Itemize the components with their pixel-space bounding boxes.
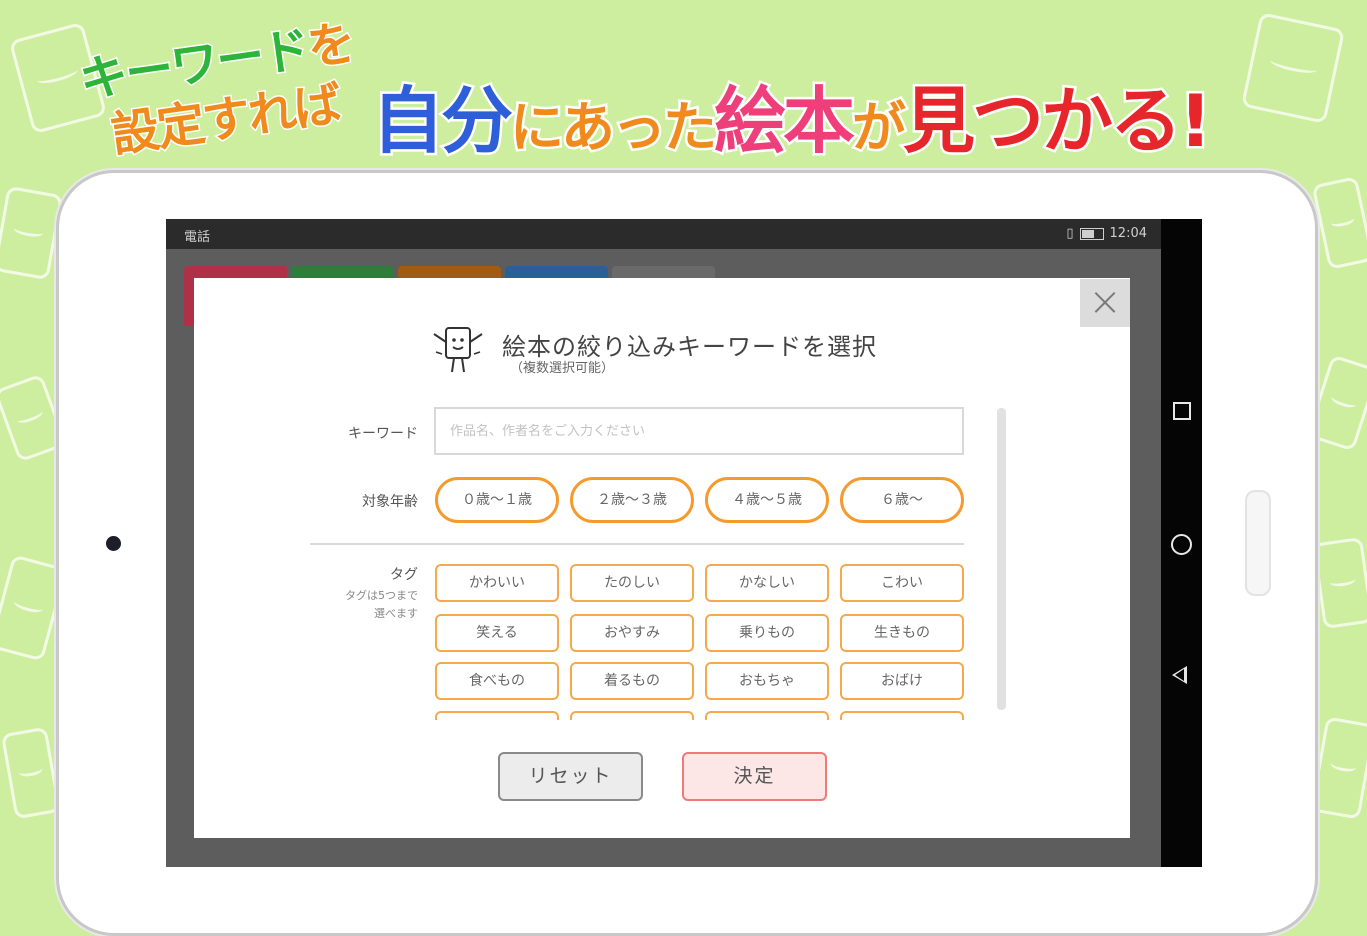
vibrate-icon: ▯ <box>1066 226 1074 241</box>
tag-button[interactable]: 生きもの <box>840 614 964 652</box>
headline-main-text: 自分にあった絵本が見つかる! <box>369 62 1215 167</box>
book-doodle-icon <box>1310 716 1367 820</box>
tag-button[interactable]: 笑える <box>435 614 559 652</box>
headline-part: にあった <box>508 94 720 162</box>
status-bar: 電話 ▯ 12:04 <box>166 219 1161 249</box>
headline-part: が <box>850 94 909 162</box>
section-divider <box>310 543 964 545</box>
tag-button[interactable]: おばけ <box>840 662 964 700</box>
headline-part: 自分 <box>369 77 515 166</box>
tag-grid: かわいい たのしい かなしい こわい 笑える おやすみ 乗りもの 生きもの 食べ… <box>434 563 966 720</box>
age-option-2-3[interactable]: ２歳〜３歳 <box>570 477 694 523</box>
tablet-side-button <box>1245 490 1271 596</box>
close-button[interactable]: × <box>1080 279 1130 327</box>
tag-button[interactable]: 乗りもの <box>705 614 829 652</box>
reset-button[interactable]: リセット <box>498 752 643 801</box>
back-icon[interactable] <box>1172 666 1187 684</box>
tag-note: タグは5つまで <box>345 589 418 602</box>
tag-button[interactable]: 着るもの <box>570 662 694 700</box>
status-time: 12:04 <box>1109 226 1147 241</box>
headline-part: 見つかる! <box>901 77 1215 166</box>
book-doodle-icon <box>0 185 64 281</box>
keyword-input[interactable] <box>434 407 964 455</box>
camera-icon <box>106 536 121 551</box>
age-option-6-plus[interactable]: ６歳〜 <box>840 477 964 523</box>
tag-button[interactable]: おやすみ <box>570 614 694 652</box>
book-doodle-icon <box>1311 176 1367 270</box>
dialog-subtitle: （複数選択可能） <box>510 361 615 376</box>
book-doodle-icon <box>0 726 62 820</box>
tag-button[interactable]: かなしい <box>705 564 829 602</box>
age-option-0-1[interactable]: ０歳〜１歳 <box>435 477 559 523</box>
headline-part: 絵本 <box>712 77 858 166</box>
age-label: 対象年齢 <box>362 494 418 510</box>
book-mascot-icon <box>433 327 483 373</box>
tag-note: 選べます <box>374 607 418 620</box>
battery-icon <box>1079 227 1104 240</box>
keyword-label: キーワード <box>348 426 418 442</box>
status-carrier: 電話 <box>184 230 211 245</box>
recent-apps-icon[interactable] <box>1173 402 1191 420</box>
tag-button[interactable] <box>570 711 694 720</box>
tag-button[interactable] <box>840 711 964 720</box>
tag-button[interactable] <box>705 711 829 720</box>
dialog-scrollbar[interactable] <box>997 408 1006 710</box>
home-icon[interactable] <box>1171 534 1192 555</box>
promo-headline: キーワードを 設定すれば 自分にあった絵本が見つかる! <box>0 0 1367 170</box>
tag-button[interactable]: こわい <box>840 564 964 602</box>
confirm-button[interactable]: 決定 <box>682 752 827 801</box>
tag-label: タグ <box>390 567 418 583</box>
tag-button[interactable]: かわいい <box>435 564 559 602</box>
tag-button[interactable] <box>435 711 559 720</box>
age-option-4-5[interactable]: ４歳〜５歳 <box>705 477 829 523</box>
tag-button[interactable]: 食べもの <box>435 662 559 700</box>
status-right: ▯ 12:04 <box>1066 226 1147 241</box>
tag-button[interactable]: たのしい <box>570 564 694 602</box>
book-doodle-icon <box>1312 536 1367 630</box>
keyword-filter-dialog <box>194 278 1130 838</box>
tag-button[interactable]: おもちゃ <box>705 662 829 700</box>
